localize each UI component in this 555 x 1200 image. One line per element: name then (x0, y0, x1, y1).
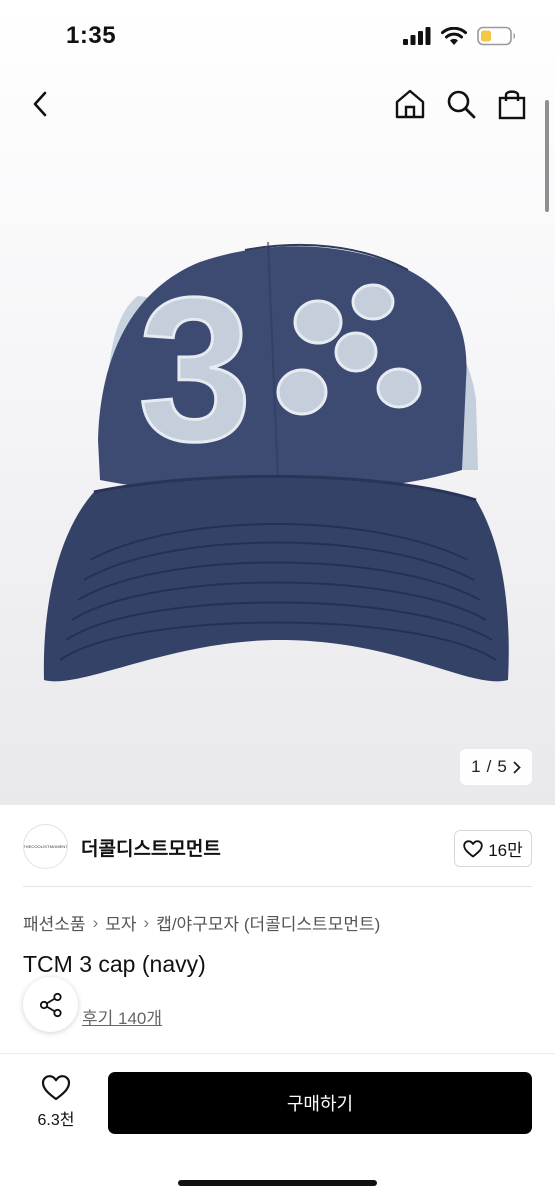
share-icon (39, 992, 62, 1017)
home-icon (395, 89, 425, 119)
search-icon (447, 90, 476, 119)
breadcrumb: 패션소품 › 모자 › 캡/야구모자 (더콜디스트모먼트) (23, 910, 380, 935)
shop-like-count: 16만 (488, 841, 523, 860)
counter-total: 5 (497, 757, 507, 776)
share-button[interactable] (23, 977, 78, 1032)
battery-icon (477, 26, 515, 46)
signal-icon (403, 27, 431, 45)
shop-row[interactable]: THECOOLISTMOMENT 더콜디스트모먼트 16만 (0, 805, 555, 887)
counter-separator: / (486, 757, 492, 776)
breadcrumb-item[interactable]: 모자 (105, 910, 136, 935)
buy-button[interactable]: 구매하기 (108, 1072, 532, 1134)
status-icons (403, 26, 517, 46)
wifi-icon (441, 26, 467, 45)
svg-text:3: 3 (138, 255, 252, 484)
image-counter[interactable]: 1 / 5 (460, 749, 532, 785)
wish-button[interactable]: 6.3천 (25, 1074, 87, 1134)
home-button[interactable] (392, 86, 428, 122)
cart-button[interactable] (494, 86, 530, 122)
status-bar: 1:35 (0, 0, 555, 70)
chevron-right-icon: › (92, 912, 99, 932)
shop-logo-text: THECOOLISTMOMENT (23, 844, 68, 849)
shop-name[interactable]: 더콜디스트모먼트 (81, 834, 221, 861)
back-icon (33, 91, 47, 117)
top-nav (0, 80, 555, 130)
counter-current: 1 (471, 757, 481, 776)
home-indicator (178, 1180, 377, 1186)
search-button[interactable] (443, 86, 479, 122)
bag-icon (498, 90, 526, 120)
heart-icon (463, 839, 483, 857)
heart-icon (41, 1075, 71, 1101)
divider (23, 886, 532, 887)
wish-count: 6.3천 (37, 1112, 75, 1129)
shop-logo[interactable]: THECOOLISTMOMENT (23, 824, 68, 869)
review-link[interactable]: 후기 140개 (82, 1004, 162, 1029)
bottom-bar: 6.3천 구매하기 (0, 1054, 555, 1200)
status-time: 1:35 (66, 22, 117, 49)
chevron-right-icon (513, 761, 521, 773)
breadcrumb-item[interactable]: 패션소품 (23, 910, 86, 935)
product-title: TCM 3 cap (navy) (23, 951, 206, 977)
back-button[interactable] (22, 86, 58, 122)
breadcrumb-item[interactable]: 캡/야구모자 (더콜디스트모먼트) (156, 910, 380, 935)
chevron-right-icon: › (143, 912, 150, 932)
shop-like-button[interactable]: 16만 (454, 830, 532, 867)
